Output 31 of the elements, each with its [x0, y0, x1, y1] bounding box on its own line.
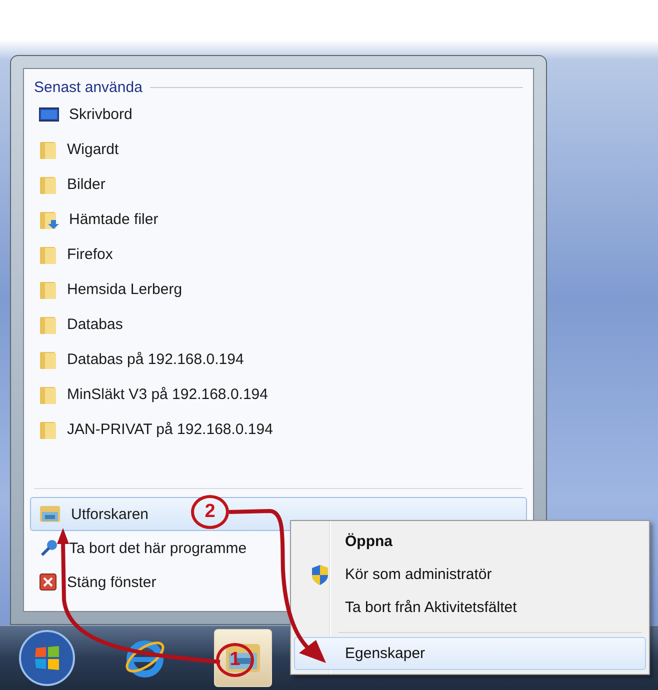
recent-item[interactable]: Skrivbord [30, 97, 527, 132]
folder-icon [39, 244, 57, 264]
folder-icon [39, 384, 57, 404]
folder-icon [39, 420, 57, 440]
recent-item[interactable]: Hemsida Lerberg [30, 272, 527, 307]
shield-icon [311, 564, 329, 586]
download-folder-icon [39, 210, 59, 230]
menu-item[interactable]: Ta bort från Aktivitetsfältet [294, 591, 646, 624]
step-number: 2 [191, 495, 229, 529]
section-heading: Senast använda [34, 78, 142, 96]
folder-icon [39, 280, 57, 300]
desktop-icon [39, 106, 59, 122]
recent-item[interactable]: Firefox [30, 237, 527, 272]
folder-icon [39, 314, 57, 334]
folder-icon [39, 350, 57, 370]
folder-icon [39, 140, 57, 160]
recent-item[interactable]: Databas [30, 307, 527, 342]
folder-icon [39, 174, 57, 194]
recent-item[interactable]: Databas på 192.168.0.194 [30, 342, 527, 377]
start-orb-icon[interactable] [19, 630, 75, 686]
recent-item[interactable]: MinSläkt V3 på 192.168.0.194 [30, 377, 527, 412]
pin-icon [39, 538, 59, 558]
menu-item[interactable]: Kör som administratör [294, 558, 646, 591]
recent-item[interactable]: Wigardt [30, 132, 527, 167]
close-icon [39, 573, 57, 591]
folder-icon [39, 504, 61, 524]
recent-item[interactable]: JAN-PRIVAT på 192.168.0.194 [30, 412, 527, 447]
step-number: 1 [216, 643, 254, 677]
recent-item[interactable]: Hämtade filer [30, 202, 527, 237]
menu-item[interactable]: Egenskaper [294, 637, 646, 670]
recent-item[interactable]: Bilder [30, 167, 527, 202]
